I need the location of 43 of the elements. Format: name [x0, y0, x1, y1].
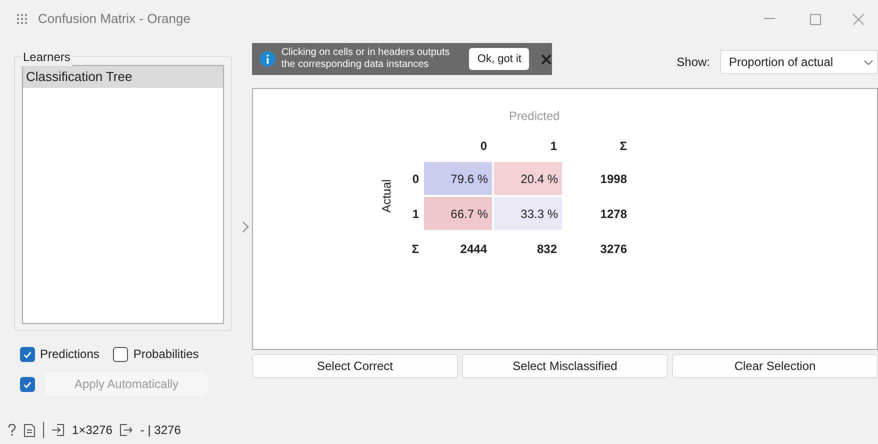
output-summary: - | 3276: [140, 422, 181, 439]
column-header[interactable]: 1: [493, 137, 563, 155]
output-icon: [120, 424, 132, 436]
action-button[interactable]: Clear Selection: [672, 354, 878, 378]
predicted-label: Predicted: [509, 109, 560, 123]
checkmark-icon: [23, 350, 32, 358]
info-icon: [260, 51, 276, 67]
input-summary: 1×3276: [72, 422, 112, 439]
document-icon[interactable]: [24, 424, 35, 436]
matrix-cell[interactable]: 20.4 %: [493, 161, 563, 196]
matrix-cell[interactable]: 33.3 %: [493, 196, 563, 231]
column-header[interactable]: Σ: [563, 137, 633, 155]
row-header[interactable]: 0: [401, 170, 423, 188]
row-header[interactable]: Σ: [401, 240, 423, 258]
actual-label: Actual: [379, 179, 395, 213]
column-header[interactable]: 0: [423, 137, 493, 155]
window-title: Confusion Matrix - Orange: [38, 10, 190, 28]
caret-icon: [864, 60, 873, 64]
ok-button[interactable]: Ok, got it: [469, 48, 530, 70]
checkbox[interactable]: [113, 346, 128, 362]
checkbox[interactable]: [20, 376, 35, 392]
show-dropdown[interactable]: Proportion of actual: [720, 50, 878, 74]
row-header[interactable]: 1: [401, 204, 423, 222]
matrix-cell[interactable]: 79.6 %: [423, 161, 493, 196]
help-icon[interactable]: [8, 424, 16, 436]
row-total: 1998: [599, 170, 628, 188]
column-total: 2444: [459, 240, 488, 258]
column-total: 3276: [599, 240, 628, 258]
action-button[interactable]: Select Correct: [252, 354, 458, 378]
input-icon: [52, 424, 64, 436]
action-button[interactable]: Select Misclassified: [462, 354, 668, 378]
list-item[interactable]: Classification Tree: [23, 66, 223, 88]
row-total: 1278: [599, 206, 628, 222]
checkbox-label: Probabilities: [133, 346, 199, 363]
checkmark-icon: [23, 380, 32, 388]
info-text: Clicking on cells or in headers outputs the corresponding data instances: [281, 47, 451, 71]
checkbox[interactable]: [20, 346, 35, 362]
close-icon[interactable]: [541, 54, 552, 64]
app-icon: [16, 13, 28, 25]
checkbox-label: Predictions: [40, 346, 100, 363]
matrix-cell[interactable]: 66.7 %: [423, 196, 493, 231]
show-label: Show:: [676, 54, 710, 71]
column-total: 832: [536, 240, 558, 258]
